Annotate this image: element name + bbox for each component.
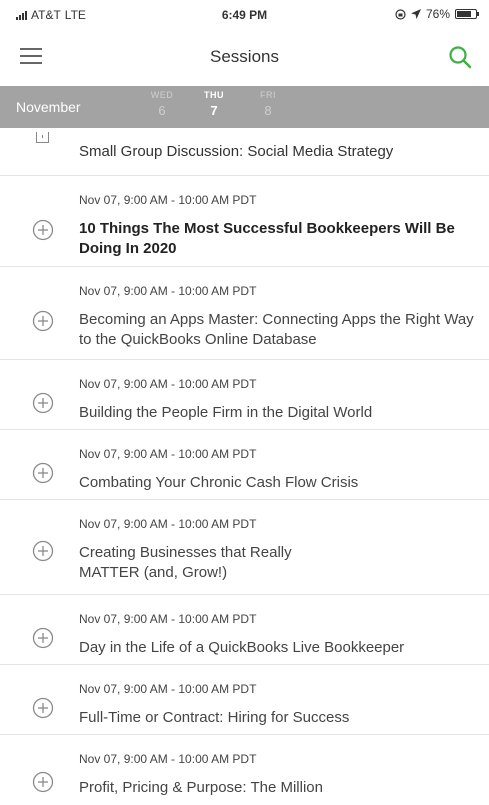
day-fri[interactable]: FRI 8 [252, 90, 284, 118]
month-label: November [16, 99, 81, 115]
day-of-week: THU [204, 90, 224, 100]
session-title: Combating Your Chronic Cash Flow Crisis [79, 474, 359, 491]
session-title: 10 Things The Most Successful Bookkeeper… [79, 220, 455, 257]
list-item[interactable]: Nov 07, 9:00 AM - 10:00 AM PDT Creating … [0, 500, 489, 595]
list-item[interactable]: Nov 07, 9:00 AM - 10:00 AM PDT Becoming … [0, 267, 489, 360]
session-time: Nov 07, 9:00 AM - 10:00 AM PDT [79, 377, 257, 391]
list-item[interactable]: Nov 07, 9:00 AM - 10:00 AM PDT 10 Things… [0, 176, 489, 267]
session-time: Nov 07, 9:00 AM - 10:00 AM PDT [79, 193, 257, 207]
list-item[interactable]: Nov 07, 9:00 AM - 10:00 AM PDT Profit, P… [0, 735, 489, 805]
rotation-lock-icon [395, 8, 406, 20]
session-time: Nov 07, 9:00 AM - 10:00 AM PDT [79, 517, 257, 531]
nav-bar: Sessions [0, 30, 489, 86]
location-icon [410, 9, 421, 19]
add-circle-icon[interactable] [32, 627, 54, 649]
session-title: Becoming an Apps Master: Connecting Apps… [79, 311, 474, 348]
day-of-week: WED [150, 90, 174, 100]
add-circle-icon[interactable] [32, 771, 54, 793]
session-time: Nov 07, 9:00 AM - 10:00 AM PDT [79, 612, 257, 626]
session-title: Building the People Firm in the Digital … [79, 404, 373, 421]
search-icon[interactable] [447, 44, 473, 70]
add-circle-icon[interactable] [32, 462, 54, 484]
list-item[interactable]: Small Group Discussion: Social Media Str… [0, 128, 489, 176]
day-of-week: FRI [260, 90, 276, 100]
date-selector: November WED 6 THU 7 FRI 8 [0, 86, 489, 128]
add-circle-icon[interactable] [32, 697, 54, 719]
session-title: Profit, Pricing & Purpose: The Million [79, 779, 323, 796]
session-time: Nov 07, 9:00 AM - 10:00 AM PDT [79, 447, 257, 461]
add-circle-icon[interactable] [32, 540, 54, 562]
session-time: Nov 07, 9:00 AM - 10:00 AM PDT [79, 284, 257, 298]
session-title: Creating Businesses that Really MATTER (… [79, 544, 292, 581]
battery-percent: 76% [425, 7, 450, 21]
battery-icon [455, 9, 479, 19]
session-list[interactable]: Small Group Discussion: Social Media Str… [0, 128, 489, 805]
session-title: Small Group Discussion: Social Media Str… [79, 143, 394, 160]
session-title: Day in the Life of a QuickBooks Live Boo… [79, 639, 405, 656]
list-item[interactable]: Nov 07, 9:00 AM - 10:00 AM PDT Combating… [0, 430, 489, 500]
status-bar: AT&T LTE 6:49 PM 76% [0, 0, 489, 30]
add-circle-icon[interactable] [32, 219, 54, 241]
session-time: Nov 07, 9:00 AM - 10:00 AM PDT [79, 682, 257, 696]
list-item[interactable]: Nov 07, 9:00 AM - 10:00 AM PDT Building … [0, 360, 489, 430]
add-circle-icon[interactable] [32, 310, 54, 332]
day-thu[interactable]: THU 7 [198, 90, 230, 118]
list-item[interactable]: Nov 07, 9:00 AM - 10:00 AM PDT Full-Time… [0, 665, 489, 735]
battery-fill [457, 11, 471, 17]
day-number: 6 [158, 103, 166, 118]
add-circle-icon[interactable] [32, 392, 54, 414]
added-session-icon[interactable] [36, 132, 49, 143]
session-time: Nov 07, 9:00 AM - 10:00 AM PDT [79, 752, 257, 766]
page-title: Sessions [210, 47, 279, 66]
day-wed[interactable]: WED 6 [146, 90, 178, 118]
day-number: 7 [210, 103, 218, 118]
day-number: 8 [264, 103, 272, 118]
list-item[interactable]: Nov 07, 9:00 AM - 10:00 AM PDT Day in th… [0, 595, 489, 665]
session-title: Full-Time or Contract: Hiring for Succes… [79, 709, 350, 726]
status-right: 76% [395, 7, 479, 21]
